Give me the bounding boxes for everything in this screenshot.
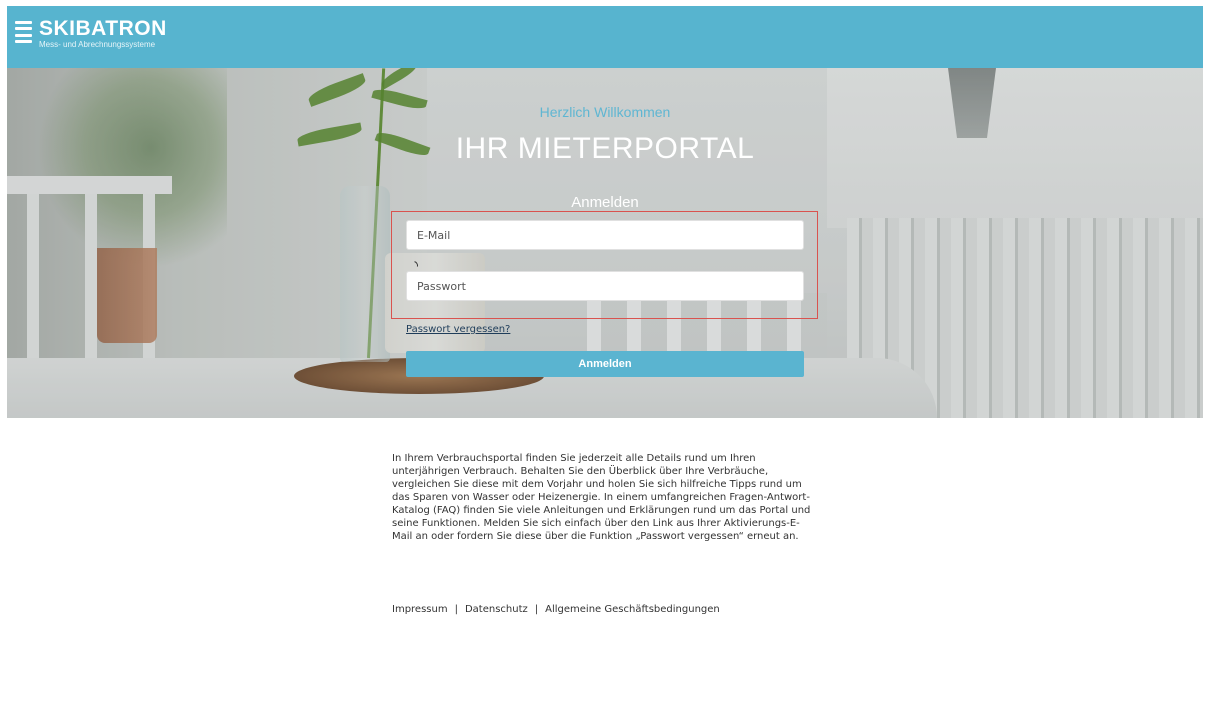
portal-title: IHR MIETERPORTAL — [455, 132, 755, 165]
portal-description: In Ihrem Verbrauchsportal finden Sie jed… — [392, 453, 811, 542]
impressum-link[interactable]: Impressum — [392, 604, 448, 615]
login-heading: Anmelden — [571, 194, 639, 211]
footer-separator: | — [454, 604, 458, 615]
logo-text: SKIBATRON Mess- und Abrechnungssysteme — [39, 17, 167, 50]
brand-logo[interactable]: SKIBATRON Mess- und Abrechnungssysteme — [15, 18, 167, 49]
welcome-greeting: Herzlich Willkommen — [539, 104, 671, 120]
footer-separator: | — [534, 604, 539, 615]
email-input[interactable] — [406, 220, 804, 250]
brand-tagline: Mess- und Abrechnungssysteme — [39, 40, 156, 49]
brand-name: SKIBATRON — [39, 17, 167, 40]
password-input[interactable] — [406, 271, 804, 301]
login-button[interactable]: Anmelden — [406, 351, 804, 377]
page: SKIBATRON Mess- und Abrechnungssysteme H… — [7, 6, 1203, 702]
footer-links: Impressum | Datenschutz | Allgemeine Ges… — [392, 604, 720, 615]
datenschutz-link[interactable]: Datenschutz — [465, 604, 528, 615]
logo-bars-icon — [15, 21, 32, 43]
forgot-password-link[interactable]: Passwort vergessen? — [406, 324, 510, 335]
agb-link[interactable]: Allgemeine Geschäftsbedingungen — [545, 604, 720, 615]
top-header: SKIBATRON Mess- und Abrechnungssysteme — [7, 6, 1203, 68]
hero-section: Herzlich Willkommen IHR MIETERPORTAL Anm… — [7, 68, 1203, 418]
